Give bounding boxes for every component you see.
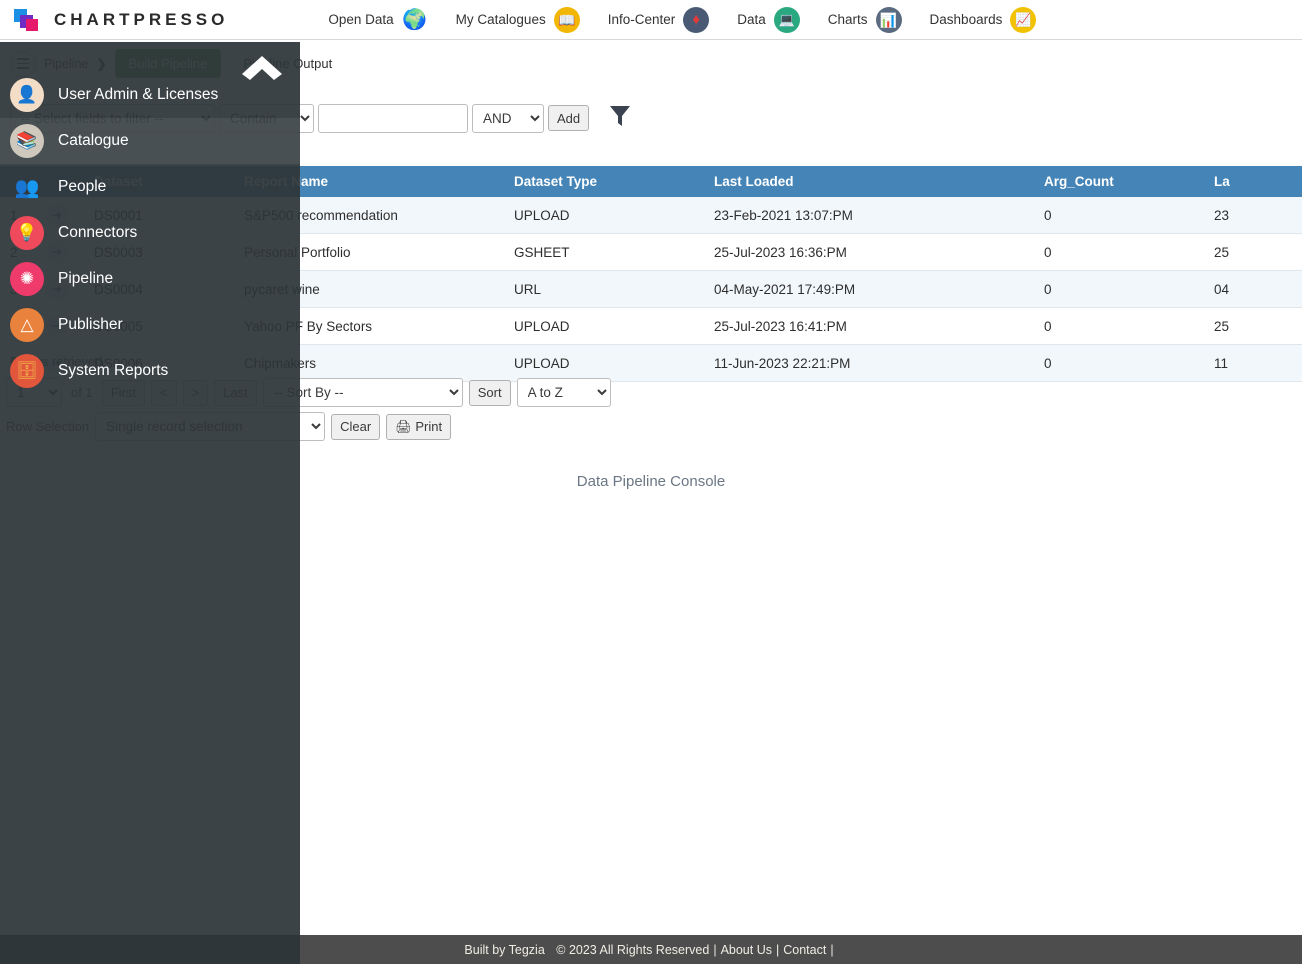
col-header-dataset-type[interactable]: Dataset Type (504, 166, 704, 197)
sidebar-item-label: Connectors (58, 224, 138, 241)
top-navigation-bar: CHARTPRESSO Open Data 🌍 My Catalogues 📖 … (0, 0, 1302, 40)
cell-dataset-type: UPLOAD (504, 307, 704, 345)
footer-copyright: © 2023 All Rights Reserved (556, 942, 710, 957)
cell-dataset-type: URL (504, 270, 704, 308)
nav-label-my-catalogues: My Catalogues (455, 12, 546, 27)
sidebar-item-people[interactable]: 👥 People (0, 164, 300, 210)
sidebar-menu: 👤 User Admin & Licenses 📚 Catalogue 👥 Pe… (0, 72, 300, 394)
chevron-up-icon[interactable] (240, 52, 284, 87)
filter-logic-select[interactable]: AND (472, 103, 544, 133)
sidebar-item-label: Catalogue (58, 132, 129, 149)
app-root: CHARTPRESSO Open Data 🌍 My Catalogues 📖 … (0, 0, 1302, 964)
catalogue-books-icon: 📚 (10, 124, 44, 158)
cell-last-truncated: 11 (1204, 344, 1302, 382)
layers-icon: ♦ (683, 6, 710, 33)
filter-add-button[interactable]: Add (548, 105, 590, 131)
publisher-easel-icon: △ (10, 308, 44, 342)
cell-dataset-type: GSHEET (504, 233, 704, 271)
system-reports-icon: 🗄 (10, 354, 44, 388)
clear-button[interactable]: Clear (331, 413, 381, 440)
cell-last-loaded: 25-Jul-2023 16:41:PM (704, 307, 1034, 345)
sidebar-item-publisher[interactable]: △ Publisher (0, 302, 300, 348)
cell-arg-count: 0 (1034, 307, 1204, 345)
book-icon: 📖 (553, 6, 580, 33)
nav-item-info-center[interactable]: Info-Center ♦ (607, 6, 710, 33)
brand-title: CHARTPRESSO (54, 9, 229, 29)
cell-last-loaded: 04-May-2021 17:49:PM (704, 270, 1034, 308)
nav-label-info-center: Info-Center (607, 12, 676, 27)
footer-separator: | (775, 942, 780, 957)
nav-label-dashboards: Dashboards (929, 12, 1003, 27)
nav-label-open-data: Open Data (328, 12, 394, 27)
filter-value-input[interactable] (318, 103, 468, 133)
footer-separator: | (713, 942, 717, 957)
footer-separator: | (830, 942, 834, 957)
printer-icon: 🖨 (395, 418, 412, 434)
people-icon: 👥 (14, 176, 40, 199)
sidebar-item-catalogue[interactable]: 📚 Catalogue (0, 118, 300, 164)
top-nav-items: Open Data 🌍 My Catalogues 📖 Info-Center … (328, 6, 1037, 33)
print-label: Print (415, 418, 443, 434)
footer-about-us-link[interactable]: About Us (721, 943, 772, 957)
cell-last-truncated: 23 (1204, 197, 1302, 234)
cell-arg-count: 0 (1034, 197, 1204, 234)
sidebar-item-label: System Reports (58, 362, 169, 379)
sidebar-item-label: Pipeline (58, 270, 114, 287)
dashboard-icon: 📈 (1010, 6, 1037, 33)
sidebar-item-label: People (58, 178, 107, 195)
sort-button[interactable]: Sort (468, 379, 511, 406)
sidebar-item-system-reports[interactable]: 🗄 System Reports (0, 348, 300, 394)
cell-arg-count: 0 (1034, 344, 1204, 382)
cell-last-loaded: 11-Jun-2023 22:21:PM (704, 344, 1034, 382)
nav-label-data: Data (737, 12, 766, 27)
bar-chart-icon: 📊 (875, 6, 902, 33)
nav-item-charts[interactable]: Charts 📊 (827, 6, 902, 33)
cell-last-truncated: 04 (1204, 270, 1302, 308)
sort-direction-select[interactable]: A to Z (516, 378, 611, 407)
footer-built-by: Built by Tegzia (464, 942, 545, 957)
cell-arg-count: 0 (1034, 233, 1204, 271)
chartpresso-logo-icon (12, 7, 40, 33)
user-admin-icon: 👤 (10, 78, 44, 112)
filter-funnel-icon[interactable] (609, 104, 631, 133)
nav-label-charts: Charts (827, 12, 868, 27)
cell-dataset-type: UPLOAD (504, 197, 704, 234)
pipeline-nodes-icon: ✺ (10, 262, 44, 296)
lightbulb-icon: 💡 (10, 216, 44, 250)
cell-last-truncated: 25 (1204, 233, 1302, 271)
cell-last-truncated: 25 (1204, 307, 1302, 345)
cell-last-loaded: 23-Feb-2021 13:07:PM (704, 197, 1034, 234)
nav-item-open-data[interactable]: Open Data 🌍 (328, 7, 427, 33)
sidebar-item-connectors[interactable]: 💡 Connectors (0, 210, 300, 256)
monitor-icon: 💻 (773, 6, 800, 33)
col-header-last-loaded[interactable]: Last Loaded (704, 166, 1034, 197)
sidebar-item-label: Publisher (58, 316, 123, 333)
sidebar-item-label: User Admin & Licenses (58, 86, 219, 103)
nav-item-data[interactable]: Data 💻 (737, 6, 800, 33)
footer-contact-link[interactable]: Contact (783, 943, 826, 957)
cell-dataset-type: UPLOAD (504, 344, 704, 382)
col-header-arg-count[interactable]: Arg_Count (1034, 166, 1204, 197)
cell-arg-count: 0 (1034, 270, 1204, 308)
col-header-last-truncated[interactable]: La (1204, 166, 1302, 197)
nav-item-my-catalogues[interactable]: My Catalogues 📖 (455, 6, 580, 33)
globe-icon: 🌍 (402, 8, 428, 31)
print-button[interactable]: 🖨 Print (386, 413, 452, 440)
brand-logo-area[interactable]: CHARTPRESSO (12, 7, 228, 33)
cell-last-loaded: 25-Jul-2023 16:36:PM (704, 233, 1034, 271)
nav-item-dashboards[interactable]: Dashboards 📈 (929, 6, 1037, 33)
sidebar-item-pipeline[interactable]: ✺ Pipeline (0, 256, 300, 302)
